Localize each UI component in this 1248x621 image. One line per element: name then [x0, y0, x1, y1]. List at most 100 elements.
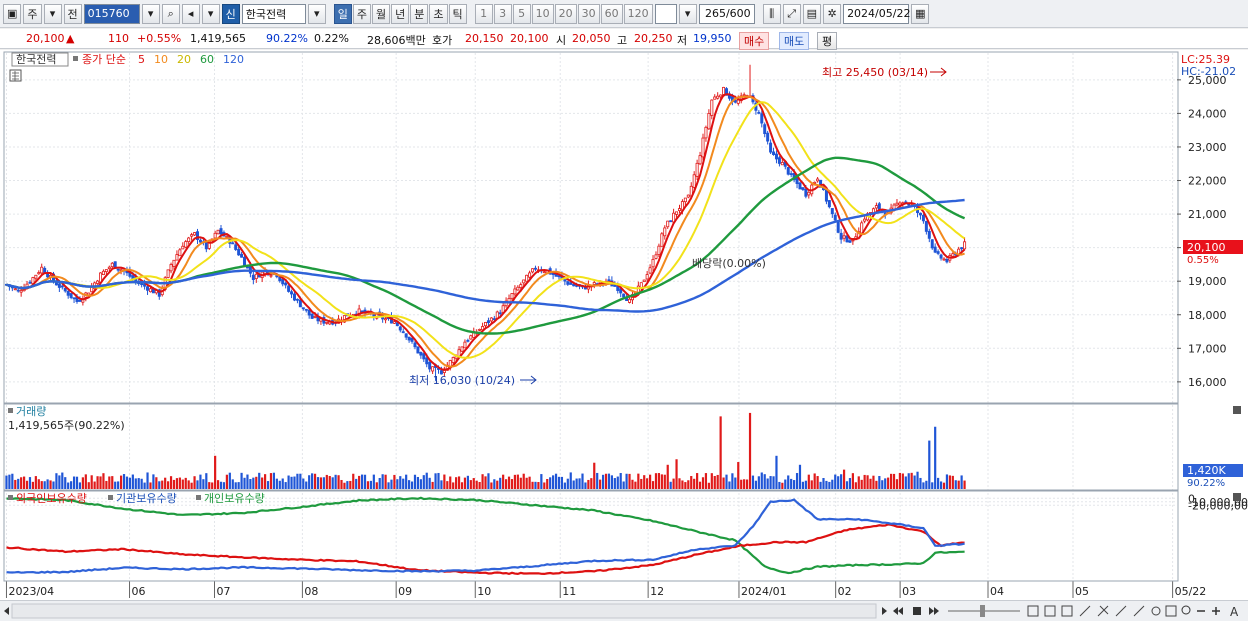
zoom-icon[interactable] [1181, 605, 1191, 615]
volume-bar [472, 478, 475, 489]
buy-button[interactable]: 매수 [739, 32, 770, 50]
volume-bar [516, 474, 519, 489]
horizontal-scrollbar[interactable] [11, 603, 877, 619]
volume-bar [543, 482, 546, 489]
volume-bar [234, 482, 237, 489]
volume-legend-icon [8, 408, 13, 413]
eval-button[interactable]: 평 [817, 32, 838, 50]
volume-bar [525, 477, 528, 489]
draw-tool-icon[interactable]: ⤢ [782, 3, 801, 24]
candle-body [181, 245, 185, 250]
interval-10-button[interactable]: 10 [531, 3, 554, 24]
volume-bar [625, 473, 628, 489]
tool-cross-icon[interactable] [1097, 605, 1109, 617]
volume-bar [822, 478, 825, 489]
period-0-button[interactable]: 일 [333, 3, 352, 24]
volume-bar [28, 477, 32, 489]
volume-bar [610, 475, 613, 489]
stock-name-field[interactable]: 한국전력 [241, 3, 306, 24]
tool-circle-icon[interactable] [1151, 606, 1161, 616]
interval-120-button[interactable]: 120 [623, 3, 653, 24]
volume-bar [111, 476, 114, 489]
volume-bar [325, 474, 328, 489]
volume-bar [693, 478, 696, 489]
candle-body [284, 282, 288, 286]
zoom-in-icon[interactable] [1212, 607, 1220, 615]
gear-icon[interactable]: ✲ [823, 3, 842, 24]
market-button[interactable]: 주 [23, 3, 42, 24]
volume-bar [8, 474, 11, 489]
volume-bar [393, 474, 396, 489]
stock-code-input[interactable]: 015760 [83, 3, 140, 24]
period-2-button[interactable]: 월 [372, 3, 391, 24]
speaker-icon[interactable]: ◂ [181, 3, 200, 24]
candle-body [213, 232, 217, 239]
volume-close-icon[interactable] [1233, 406, 1241, 414]
period-5-button[interactable]: 초 [429, 3, 448, 24]
speaker-dropdown-icon[interactable]: ▾ [201, 3, 220, 24]
layout-icon[interactable]: ▣ [3, 3, 22, 24]
save-icon[interactable]: ▤ [802, 3, 822, 24]
interval-5-button[interactable]: 5 [512, 3, 531, 24]
interval-3-button[interactable]: 3 [493, 3, 512, 24]
tool-frame-icon[interactable] [1061, 605, 1073, 617]
ma-20-line [6, 101, 966, 359]
sell-button[interactable]: 매도 [779, 32, 810, 50]
candle-body [807, 191, 811, 196]
candle-type-icon[interactable]: ⫼ [762, 3, 781, 24]
date-input[interactable]: 2024/05/22 [843, 3, 910, 24]
candle-body [146, 286, 150, 291]
interval-30-button[interactable]: 30 [577, 3, 600, 24]
name-dropdown-icon[interactable]: ▾ [307, 3, 326, 24]
scroll-right-icon[interactable] [882, 607, 887, 615]
chart-area[interactable]: 16,00017,00018,00019,00020,00021,00022,0… [0, 50, 1248, 600]
scroll-left-icon[interactable] [4, 607, 9, 615]
stock-chart[interactable]: 16,00017,00018,00019,00020,00021,00022,0… [0, 50, 1248, 600]
x-tick-label: 12 [650, 585, 664, 598]
volume-bar [443, 474, 446, 489]
candle-body [607, 279, 611, 282]
calendar-icon[interactable]: ▦ [911, 3, 930, 24]
period-6-button[interactable]: 틱 [448, 3, 467, 24]
tool-line-icon[interactable] [1079, 605, 1091, 617]
candle-body [686, 194, 690, 198]
rewind-icon[interactable] [893, 607, 903, 615]
code-dropdown-icon[interactable]: ▾ [141, 3, 160, 24]
candle-body [510, 293, 514, 299]
fast-forward-icon[interactable] [929, 607, 939, 615]
tool-rect-icon[interactable] [1165, 605, 1177, 617]
interval-select[interactable] [654, 3, 677, 24]
volume-bar [710, 473, 713, 489]
interval-60-button[interactable]: 60 [600, 3, 623, 24]
candle-body [19, 290, 23, 293]
dropdown-icon[interactable]: ▾ [43, 3, 62, 24]
interval-dropdown-icon[interactable]: ▾ [678, 3, 697, 24]
volume-bar [581, 473, 584, 489]
count-input[interactable]: 265/600 [698, 3, 755, 24]
volume-bar [801, 481, 805, 489]
search-icon[interactable]: ⌕ [161, 3, 180, 24]
volume-bar [128, 477, 132, 489]
candle-body [492, 318, 496, 321]
tool-ray-icon[interactable] [1133, 605, 1145, 617]
period-1-button[interactable]: 주 [352, 3, 372, 24]
candle-body [945, 258, 949, 263]
candle-body [360, 310, 364, 313]
all-button[interactable]: 전 [63, 3, 82, 24]
tool-box-icon[interactable] [1027, 605, 1039, 617]
volume-bar [584, 482, 587, 489]
tool-copy-icon[interactable] [1044, 605, 1056, 617]
volume-bar [87, 482, 90, 489]
candle-body [766, 132, 770, 142]
candle-body [651, 258, 655, 268]
font-size-icon[interactable]: A [1230, 605, 1239, 619]
interval-1-button[interactable]: 1 [474, 3, 493, 24]
zoom-slider-handle[interactable] [980, 605, 985, 617]
interval-20-button[interactable]: 20 [554, 3, 577, 24]
stop-icon[interactable] [913, 607, 921, 615]
period-3-button[interactable]: 년 [391, 3, 410, 24]
holdings-close-icon[interactable] [1233, 493, 1241, 501]
tool-trend-icon[interactable] [1115, 605, 1127, 617]
candle-body [193, 232, 197, 236]
period-4-button[interactable]: 분 [410, 3, 429, 24]
